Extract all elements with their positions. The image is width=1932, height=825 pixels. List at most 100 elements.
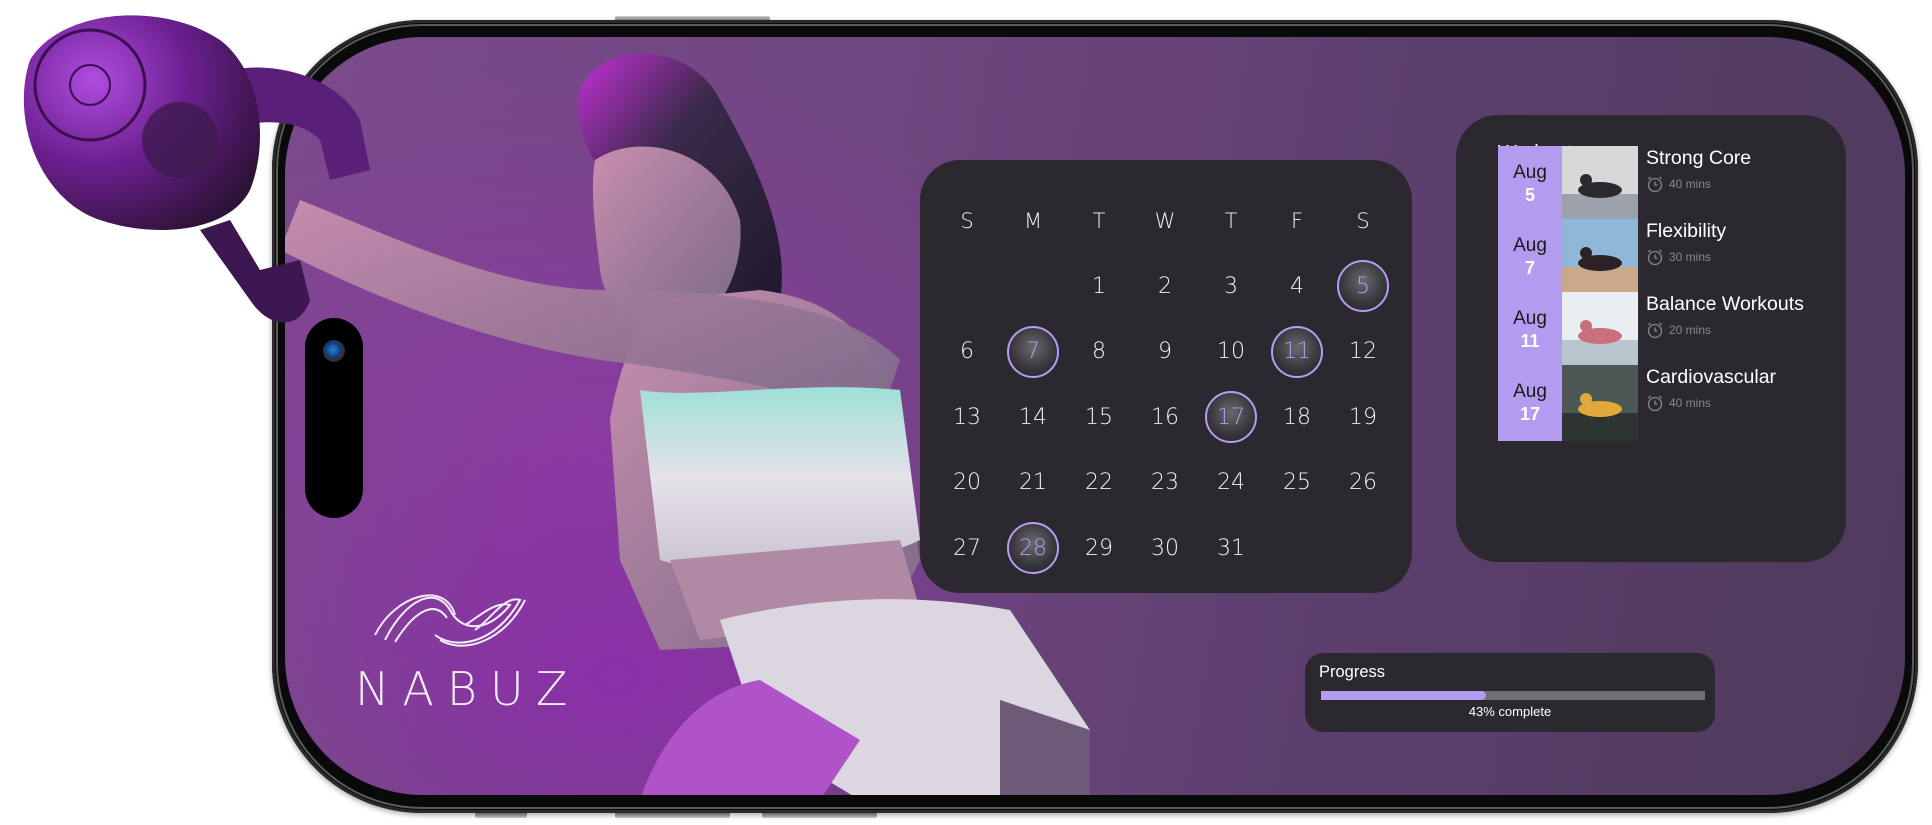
calendar-day[interactable]: 16 [1132,385,1198,451]
calendar-day[interactable]: 1 [1066,254,1132,320]
weekday-header: F [1290,208,1304,233]
calendar-day-workout[interactable]: 17 [1198,385,1264,451]
calendar-day-number: 21 [1019,470,1047,496]
calendar-day[interactable]: 4 [1264,254,1330,320]
workout-duration-text: 20 mins [1669,323,1712,337]
calendar-day[interactable]: 18 [1264,385,1330,451]
calendar-day[interactable]: 2 [1132,254,1198,320]
calendar-day-number: 8 [1092,339,1106,365]
cardio-photo [1562,365,1638,441]
calendar-day[interactable]: 23 [1132,450,1198,516]
alarm-clock-icon [1647,176,1663,193]
calendar-day-number: 5 [1356,273,1370,299]
workout-date-badge: Aug 7 [1498,219,1562,295]
workout-name: Cardiovascular [1646,366,1777,388]
workout-date-badge: Aug 11 [1498,292,1562,368]
calendar-day[interactable]: 13 [934,385,1000,451]
calendar-grid: S M T W T F S 1 2 3 4 5 6 7 8 9 10 11 12 13 14 15 16 17 18 19 20 21… [934,188,1396,581]
wave-knot-logo-icon [374,594,526,647]
calendar-day-number: 3 [1224,273,1238,299]
workout-item[interactable]: Aug 11 Balance Workouts 20 mins [1498,292,1838,368]
workout-day: 17 [1519,404,1541,424]
calendar-day-workout[interactable]: 28 [1000,516,1066,582]
workout-day: 11 [1520,331,1540,351]
calendar-day-workout[interactable]: 5 [1330,254,1396,320]
calendar-card: S M T W T F S 1 2 3 4 5 6 7 8 9 10 11 12 13 14 15 16 17 18 19 20 21… [920,160,1412,593]
calendar-day-number: 6 [960,339,974,365]
workout-date-badge: Aug 17 [1498,365,1562,441]
calendar-day-number: 10 [1217,339,1245,365]
calendar-day-number: 20 [953,470,981,496]
progress-title: Progress [1319,663,1386,681]
calendar-day[interactable]: 20 [934,450,1000,516]
calendar-day[interactable]: 19 [1330,385,1396,451]
workout-duration: 40 mins [1646,394,1711,412]
calendar-day[interactable]: 31 [1198,516,1264,582]
calendar-day-number: 29 [1085,535,1113,561]
progress-bar [1321,691,1705,700]
calendar-day-number: 13 [953,404,981,430]
progress-bar-fill [1321,691,1487,700]
calendar-day[interactable]: 14 [1000,385,1066,451]
calendar-day-number: 18 [1283,404,1311,430]
workout-date-badge: Aug 5 [1498,146,1562,222]
alarm-clock-icon [1647,395,1663,412]
alarm-clock-icon [1647,249,1663,266]
calendar-day-number: 27 [953,535,981,561]
calendar-day[interactable]: 27 [934,516,1000,582]
calendar-day[interactable]: 6 [934,319,1000,385]
workout-item[interactable]: Aug 5 Strong Core 40 mins [1498,146,1838,222]
calendar-day-number: 26 [1349,470,1377,496]
calendar-day-workout[interactable]: 11 [1264,319,1330,385]
workout-item[interactable]: Aug 17 Cardiovascular 40 mins [1498,365,1838,441]
camera-lens-icon [323,340,345,362]
calendar-day[interactable]: 8 [1066,319,1132,385]
calendar-day[interactable]: 29 [1066,516,1132,582]
calendar-day[interactable]: 3 [1198,254,1264,320]
workout-month: Aug [1513,235,1547,256]
calendar-day-workout[interactable]: 7 [1000,319,1066,385]
calendar-day-number: 24 [1217,470,1245,496]
workout-day: 7 [1524,258,1535,278]
calendar-day-number: 1 [1092,273,1106,299]
calendar-day-number: 23 [1151,470,1179,496]
weekday-header: M [1023,208,1043,233]
weekday-header: S [1356,208,1370,233]
calendar-day-number: 9 [1158,339,1172,365]
workout-day: 5 [1524,185,1535,205]
flexibility-photo [1562,219,1638,295]
balance-photo [1562,292,1638,368]
workout-duration: 20 mins [1646,321,1711,339]
calendar-day-number: 7 [1026,339,1040,365]
workout-month: Aug [1513,308,1547,329]
workout-name: Balance Workouts [1646,293,1804,315]
calendar-empty-cell [1000,254,1066,320]
calendar-day[interactable]: 15 [1066,385,1132,451]
workout-item[interactable]: Aug 7 Flexibility 30 mins [1498,219,1838,295]
calendar-day[interactable]: 9 [1132,319,1198,385]
calendar-day-number: 31 [1217,535,1245,561]
workout-name: Strong Core [1646,147,1752,169]
calendar-day-number: 16 [1151,404,1179,430]
workout-month: Aug [1513,162,1547,183]
core-workout-photo [1562,146,1638,222]
workout-name: Flexibility [1646,220,1727,242]
calendar-day-number: 14 [1019,404,1047,430]
weekday-header: S [960,208,974,233]
calendar-day[interactable]: 10 [1198,319,1264,385]
calendar-day-number: 22 [1085,470,1113,496]
calendar-day[interactable]: 30 [1132,516,1198,582]
calendar-day-number: 12 [1349,339,1377,365]
calendar-day[interactable]: 24 [1198,450,1264,516]
calendar-day-number: 25 [1283,470,1311,496]
alarm-clock-icon [1647,322,1663,339]
calendar-day[interactable]: 26 [1330,450,1396,516]
workout-month: Aug [1513,381,1547,402]
calendar-day[interactable]: 22 [1066,450,1132,516]
calendar-day[interactable]: 12 [1330,319,1396,385]
calendar-day[interactable]: 21 [1000,450,1066,516]
workout-duration-text: 30 mins [1669,250,1712,264]
calendar-day-number: 19 [1349,404,1377,430]
workout-duration-text: 40 mins [1669,177,1712,191]
calendar-day[interactable]: 25 [1264,450,1330,516]
